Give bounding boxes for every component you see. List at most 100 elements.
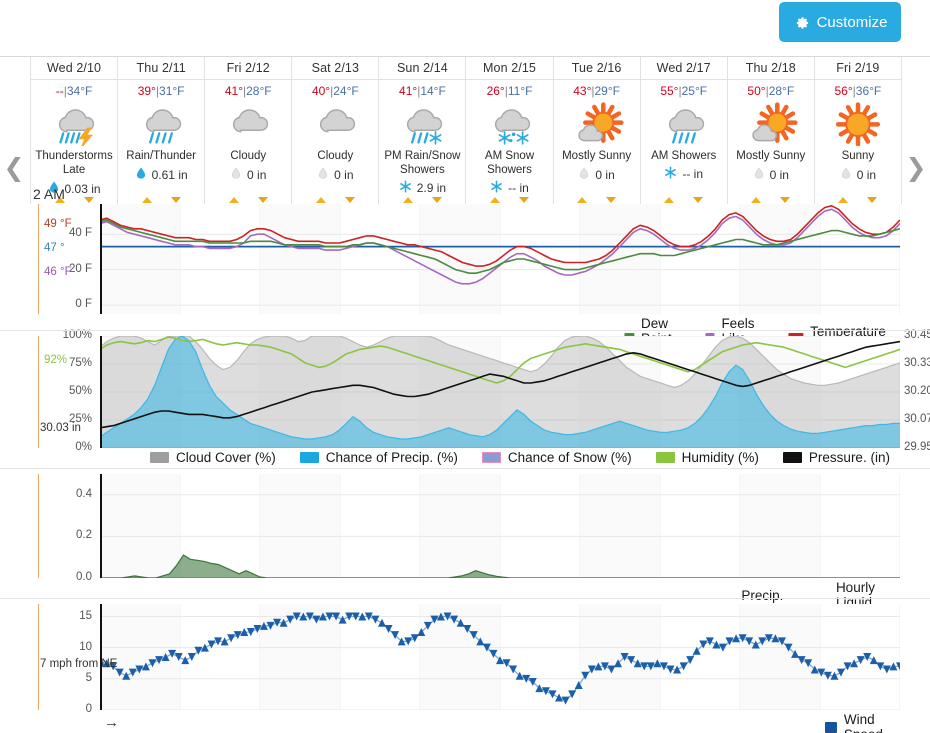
forecast-precip-amount: 0 in — [856, 167, 877, 182]
plot-area[interactable] — [100, 474, 900, 578]
sunrise-icon — [141, 197, 152, 203]
sun-times-row — [205, 197, 291, 203]
forecast-day-column[interactable]: Wed 2/10 --|34°F Thunderstorms Late 0.03 in — [30, 57, 118, 204]
sunrise-icon — [402, 197, 413, 203]
forecast-day-column[interactable]: Thu 2/18 50°|28°F Mostly Sunny 0 in — [726, 57, 814, 204]
forecast-precip: 0.61 in — [135, 166, 188, 183]
forecast-condition: Cloudy — [317, 150, 354, 162]
chevron-right-icon[interactable]: ❯ — [905, 153, 927, 183]
arrow-right-icon: → — [104, 714, 119, 731]
forecast-precip: 0 in — [840, 166, 876, 183]
forecast-day-column[interactable]: Wed 2/17 55°|25°F AM Showers -- in — [639, 57, 727, 204]
y-axis-tick-label: 15 — [79, 609, 92, 622]
forecast-low: 28°F — [768, 84, 795, 98]
forecast-day-label: Tue 2/16 — [571, 61, 622, 75]
sunrise-icon — [228, 197, 239, 203]
divider — [466, 79, 553, 80]
forecast-day-label: Sat 2/13 — [311, 61, 360, 75]
divider — [553, 79, 640, 80]
plot-area[interactable] — [100, 336, 900, 448]
forecast-day-column[interactable]: Fri 2/12 41°|28°F Cloudy 0 in — [204, 57, 292, 204]
y2-axis-tick-label: 30.33 — [904, 357, 930, 369]
plot-area[interactable] — [100, 204, 900, 314]
sunset-icon — [867, 197, 878, 203]
sunset-icon — [170, 197, 181, 203]
legend-label: Wind Speed — [843, 712, 883, 733]
sunset-icon — [344, 197, 355, 203]
divider — [205, 79, 292, 80]
legend-swatch — [824, 721, 837, 733]
forecast-day-column[interactable]: Thu 2/11 39°|31°F Rain/Thunder 0.61 in — [117, 57, 205, 204]
black-cursor-line — [100, 204, 102, 314]
plot-area[interactable] — [100, 604, 900, 710]
forecast-day-column[interactable]: Fri 2/19 56°|36°F Sunny 0 in — [813, 57, 902, 204]
cloudy-icon — [217, 101, 279, 146]
forecast-low: 14°F — [420, 84, 446, 98]
rain-snow-icon — [391, 101, 453, 146]
wind-legend: Wind Speed — [824, 712, 890, 733]
sunset-icon — [606, 197, 617, 203]
sunrise-icon — [751, 197, 762, 203]
sun-times-row — [118, 197, 204, 203]
forecast-precip-amount: 0 in — [769, 167, 789, 182]
forecast-day-label: Sun 2/14 — [397, 61, 448, 75]
y2-axis-tick-label: 29.95 — [904, 441, 930, 453]
y-axis-tick-label: 0.4 — [76, 487, 92, 500]
legend-item[interactable]: Cloud Cover (%) — [150, 450, 276, 465]
legend-item[interactable]: Chance of Snow (%) — [481, 450, 632, 465]
daily-forecast-strip: ❮ ❯ Wed 2/10 --|34°F Thunderstorms Late 0.0… — [0, 56, 930, 204]
chevron-left-icon[interactable]: ❮ — [3, 153, 25, 183]
divider — [379, 79, 466, 80]
y-axis-tick-label: 0.0 — [76, 571, 92, 583]
y-axis-tick-label: 50% — [68, 385, 92, 397]
sun-times-row — [641, 197, 727, 203]
chart-callout: 30.03 in — [40, 422, 81, 434]
sunrise-icon — [664, 197, 675, 203]
forecast-day-column[interactable]: Sun 2/14 41°|14°F PM Rain/Snow Showers 2.9 … — [378, 57, 466, 204]
legend-label: Pressure. (in) — [808, 450, 890, 465]
y-axis-tick-label: 0% — [75, 441, 92, 453]
sunset-icon — [780, 197, 791, 203]
forecast-precip: 0 in — [230, 166, 266, 183]
divider — [0, 468, 930, 469]
black-cursor-line — [100, 474, 102, 578]
forecast-condition: Sunny — [841, 150, 875, 162]
forecast-precip: 0 in — [753, 166, 789, 183]
forecast-temps: 56°|36°F — [835, 84, 882, 98]
forecast-precip: -- in — [490, 180, 529, 196]
raindrop-icon — [135, 166, 147, 183]
forecast-day-label: Wed 2/17 — [656, 61, 711, 75]
legend-item[interactable]: Wind Speed — [824, 712, 890, 733]
forecast-day-label: Fri 2/12 — [226, 61, 270, 75]
forecast-high: 41° — [224, 84, 243, 98]
y2-axis-tick-label: 30.20 — [904, 385, 930, 397]
sun-times-row — [554, 197, 640, 203]
forecast-day-column[interactable]: Tue 2/16 43°|29°F Mostly Sunny 0 in — [552, 57, 640, 204]
legend-label: Cloud Cover (%) — [176, 450, 276, 465]
forecast-day-column[interactable]: Mon 2/15 26°|11°F AM Snow Showers -- in — [465, 57, 553, 204]
sun-times-row — [379, 197, 465, 203]
forecast-temps: 39°|31°F — [138, 84, 185, 98]
forecast-condition: Mostly Sunny — [736, 150, 806, 162]
forecast-temps: 41°|28°F — [225, 84, 272, 98]
conditions-legend: Cloud Cover (%) Chance of Precip. (%) Chan… — [150, 450, 890, 465]
forecast-precip-amount: -- in — [508, 181, 529, 195]
divider — [727, 79, 814, 80]
rain-icon — [130, 101, 192, 146]
forecast-precip: -- in — [664, 166, 703, 182]
legend-item[interactable]: Chance of Precip. (%) — [299, 450, 458, 465]
forecast-precip: 0 in — [578, 166, 615, 183]
forecast-low: 28°F — [246, 84, 272, 98]
sun-times-row — [292, 197, 378, 203]
cloudy-icon — [304, 101, 366, 146]
forecast-day-column[interactable]: Sat 2/13 40°|24°F Cloudy 0 in — [291, 57, 379, 204]
precipitation-chart: 0.40.20.0Precip. Accum. Total (in)Hourly… — [0, 474, 930, 640]
divider — [292, 79, 379, 80]
customize-button-label: Customize — [816, 13, 888, 31]
y-axis-tick-label: 0 — [85, 703, 92, 715]
legend-item[interactable]: Pressure. (in) — [782, 450, 890, 465]
legend-item[interactable]: Humidity (%) — [655, 450, 759, 465]
forecast-temps: 41°|14°F — [399, 84, 446, 98]
customize-button[interactable]: Customize — [779, 2, 901, 42]
black-cursor-line — [100, 336, 102, 448]
